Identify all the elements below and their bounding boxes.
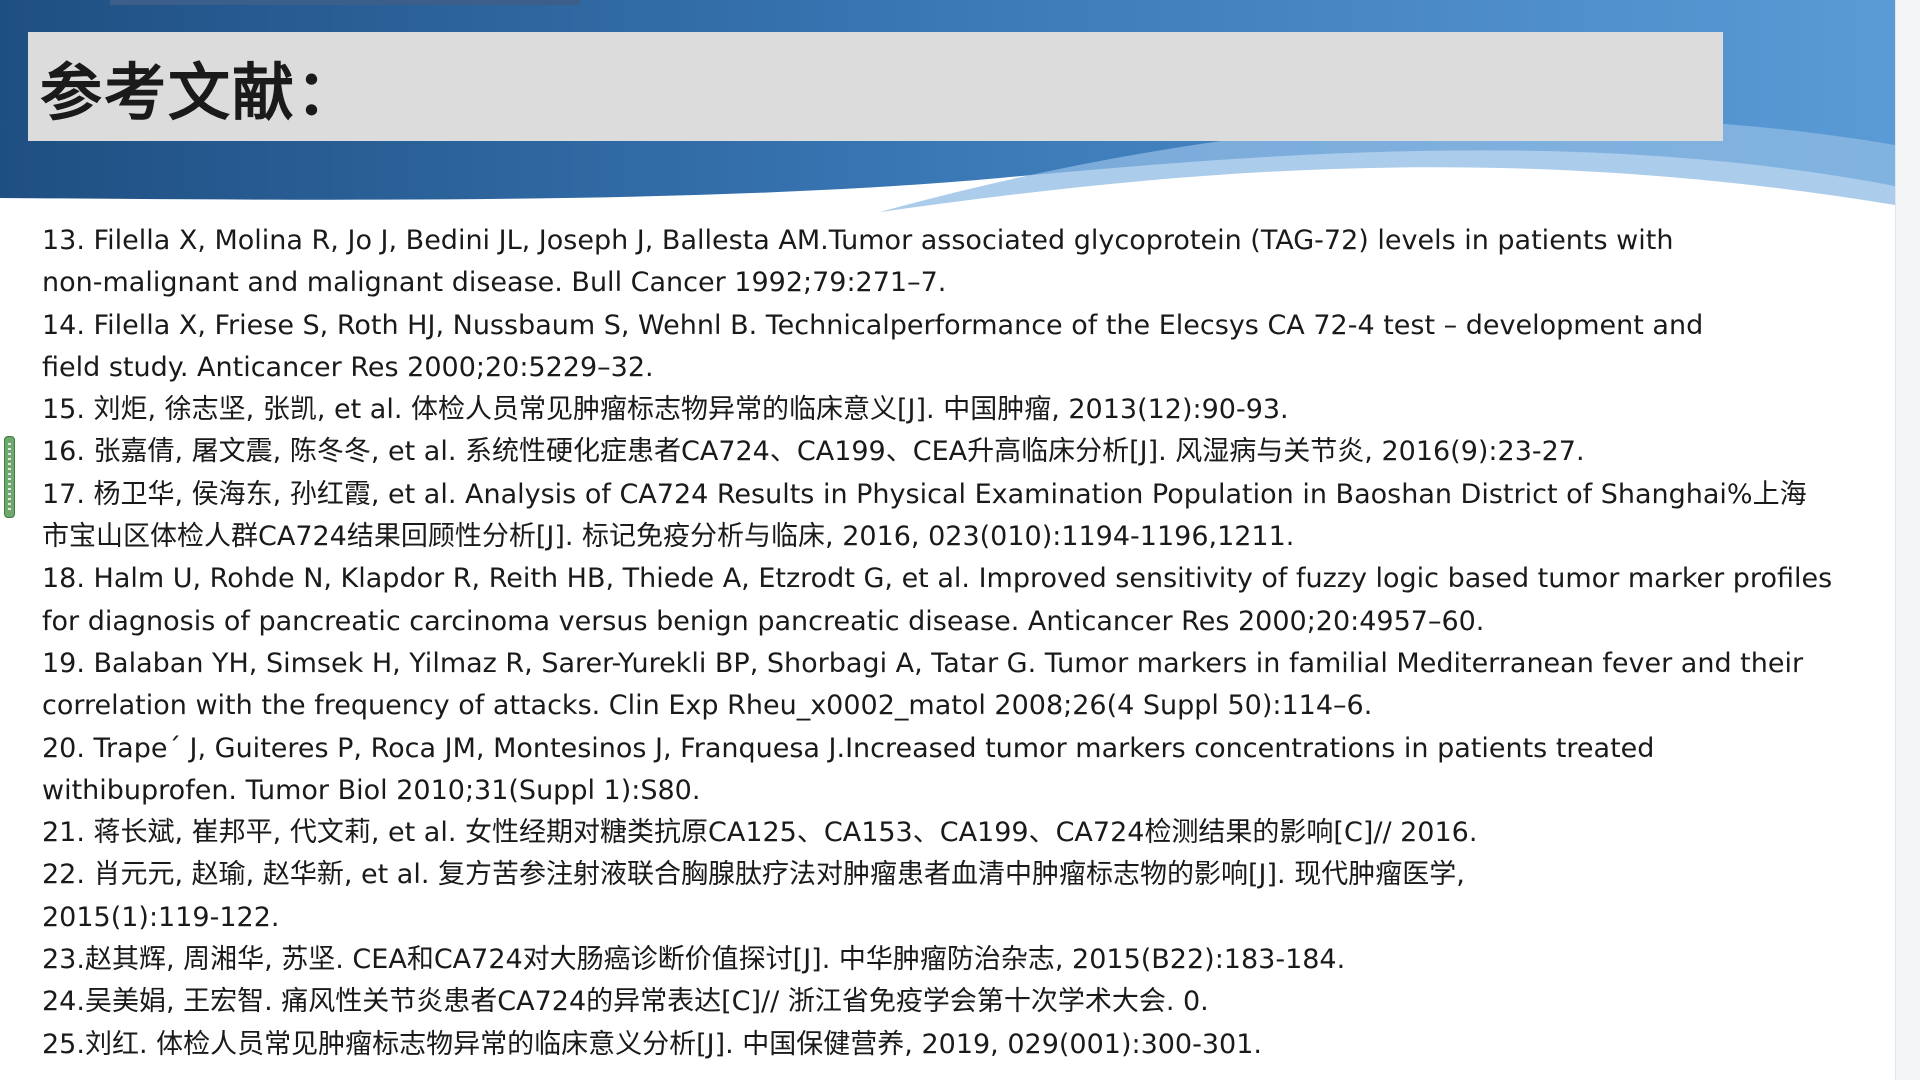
reference-line: 22. 肖元元, 赵瑜, 赵华新, et al. 复方苦参注射液联合胸腺肽疗法对…: [42, 859, 1465, 891]
reference-line: 17. 杨卫华, 侯海东, 孙红霞, et al. Analysis of CA…: [42, 478, 1807, 510]
reference-line: 24.吴美娟, 王宏智. 痛风性关节炎患者CA724的异常表达[C]// 浙江省…: [42, 986, 1209, 1018]
reference-line: 市宝山区体检人群CA724结果回顾性分析[J]. 标记免疫分析与临床, 2016…: [42, 521, 1295, 553]
slide-scroll-handle[interactable]: [4, 436, 15, 518]
banner-top-accent: [110, 0, 580, 5]
title-box: 参考文献：: [28, 32, 1723, 141]
reference-line: correlation with the frequency of attack…: [42, 690, 1373, 722]
reference-line: 15. 刘炬, 徐志坚, 张凯, et al. 体检人员常见肿瘤标志物异常的临床…: [42, 394, 1289, 426]
reference-line: non-malignant and malignant disease. Bul…: [42, 267, 947, 299]
reference-line: for diagnosis of pancreatic carcinoma ve…: [42, 605, 1485, 637]
reference-line: 19. Balaban YH, Simsek H, Yilmaz R, Sare…: [42, 647, 1804, 679]
reference-line: 21. 蒋长斌, 崔邦平, 代文莉, et al. 女性经期对糖类抗原CA125…: [42, 817, 1478, 849]
reference-line: 18. Halm U, Rohde N, Klapdor R, Reith HB…: [42, 563, 1833, 595]
reference-line: 25.刘红. 体检人员常见肿瘤标志物异常的临床意义分析[J]. 中国保健营养, …: [42, 1028, 1262, 1060]
reference-line: withibuprofen. Tumor Biol 2010;31(Suppl …: [42, 774, 701, 806]
slide-title: 参考文献：: [40, 55, 361, 129]
reference-line: field study. Anticancer Res 2000;20:5229…: [42, 351, 654, 383]
window-edge-strip: [1895, 0, 1920, 1080]
reference-list: 13. Filella X, Molina R, Jo J, Bedini JL…: [42, 220, 1872, 1066]
reference-line: 13. Filella X, Molina R, Jo J, Bedini JL…: [42, 225, 1674, 256]
reference-line: 14. Filella X, Friese S, Roth HJ, Nussba…: [42, 309, 1704, 341]
reference-line: 16. 张嘉倩, 屠文震, 陈冬冬, et al. 系统性硬化症患者CA724、…: [42, 436, 1585, 468]
reference-line: 2015(1):119-122.: [42, 901, 280, 933]
reference-line: 20. Trape´ J, Guiteres P, Roca JM, Monte…: [42, 732, 1655, 764]
reference-line: 23.赵其辉, 周湘华, 苏坚. CEA和CA724对大肠癌诊断价值探讨[J].…: [42, 944, 1346, 976]
slide: 参考文献： 13. Filella X, Molina R, Jo J, Bed…: [0, 0, 1895, 1080]
